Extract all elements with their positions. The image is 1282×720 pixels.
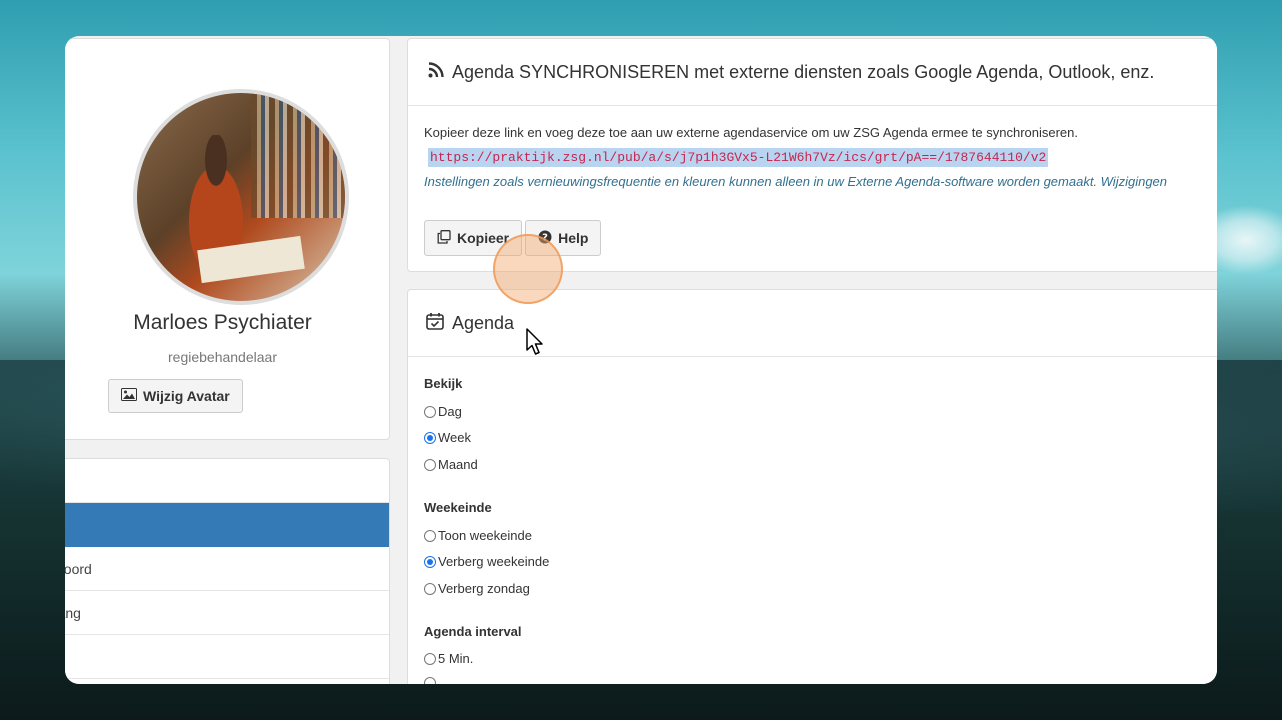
- radio-week[interactable]: Week: [424, 430, 471, 445]
- sync-title: Agenda SYNCHRONISEREN met externe dienst…: [452, 61, 1155, 82]
- radio-verberg-weekeinde-input[interactable]: [424, 555, 436, 568]
- nav-item-2-active[interactable]: [65, 503, 389, 547]
- copy-icon: [437, 229, 451, 247]
- rss-icon: [428, 61, 444, 83]
- app-window: Marloes Psychiater regiebehandelaar Wijz…: [65, 36, 1217, 684]
- copy-label: Kopieer: [457, 230, 510, 246]
- radio-week-input[interactable]: [424, 431, 436, 444]
- radio-maand-label: Maand: [438, 457, 478, 472]
- bekijk-label: Bekijk: [424, 376, 463, 391]
- radio-maand[interactable]: Maand: [424, 457, 478, 472]
- radio-toon-weekeinde-label: Toon weekeinde: [438, 528, 532, 543]
- help-label: Help: [558, 230, 589, 246]
- radio-5-min[interactable]: 5 Min.: [424, 651, 473, 666]
- sync-url[interactable]: https://praktijk.zsg.nl/pub/a/s/j7p1h3GV…: [428, 148, 1049, 167]
- radio-verberg-weekeinde-label: Verberg weekeinde: [438, 554, 550, 569]
- image-icon: [121, 388, 137, 404]
- nav-item-1[interactable]: n: [65, 459, 389, 503]
- change-avatar-button[interactable]: Wijzig Avatar: [108, 379, 243, 413]
- radio-verberg-weekeinde[interactable]: Verberg weekeinde: [424, 554, 549, 569]
- nav-item-label: htwoord: [65, 560, 92, 577]
- radio-dag-input[interactable]: [424, 405, 436, 418]
- mouse-cursor-icon: [526, 328, 544, 361]
- radio-5-min-input[interactable]: [424, 652, 436, 665]
- nav-item-3[interactable]: htwoord: [65, 547, 389, 591]
- click-indicator: [493, 234, 563, 304]
- sync-body: Kopieer deze link en voeg deze toe aan u…: [424, 125, 1217, 189]
- radio-verberg-zondag-input[interactable]: [424, 582, 436, 595]
- radio-dag[interactable]: Dag: [424, 404, 462, 419]
- radio-next-interval[interactable]: [424, 677, 438, 684]
- nav-item-label: egang: [65, 604, 81, 621]
- avatar-photo-person: [174, 134, 258, 260]
- profile-panel: Marloes Psychiater regiebehandelaar Wijz…: [65, 38, 390, 440]
- radio-next-interval-input[interactable]: [424, 677, 436, 684]
- radio-5-min-label: 5 Min.: [438, 651, 474, 666]
- profile-role: regiebehandelaar: [168, 349, 277, 365]
- radio-dag-label: Dag: [438, 404, 462, 419]
- radio-verberg-zondag[interactable]: Verberg zondag: [424, 581, 530, 596]
- avatar-photo-bookshelf: [251, 93, 345, 218]
- nav-item-5[interactable]: in: [65, 635, 389, 679]
- profile-name: Marloes Psychiater: [133, 311, 312, 334]
- change-avatar-label: Wijzig Avatar: [143, 388, 230, 404]
- radio-week-label: Week: [438, 430, 471, 445]
- calendar-check-icon: [426, 312, 444, 335]
- sync-note: Instellingen zoals vernieuwingsfrequenti…: [424, 174, 1168, 189]
- settings-nav: n htwoord egang in: [65, 458, 390, 684]
- agenda-title: Agenda: [452, 312, 515, 333]
- avatar: [133, 89, 349, 305]
- sync-description: Kopieer deze link en voeg deze toe aan u…: [424, 125, 1079, 140]
- sync-panel-header: Agenda SYNCHRONISEREN met externe dienst…: [408, 39, 1217, 106]
- radio-toon-weekeinde-input[interactable]: [424, 529, 436, 542]
- interval-label: Agenda interval: [424, 624, 522, 639]
- nav-item-4[interactable]: egang: [65, 591, 389, 635]
- radio-verberg-zondag-label: Verberg zondag: [438, 581, 530, 596]
- avatar-photo: [137, 93, 345, 301]
- weekend-label: Weekeinde: [424, 500, 492, 515]
- radio-maand-input[interactable]: [424, 458, 436, 471]
- radio-toon-weekeinde[interactable]: Toon weekeinde: [424, 528, 532, 543]
